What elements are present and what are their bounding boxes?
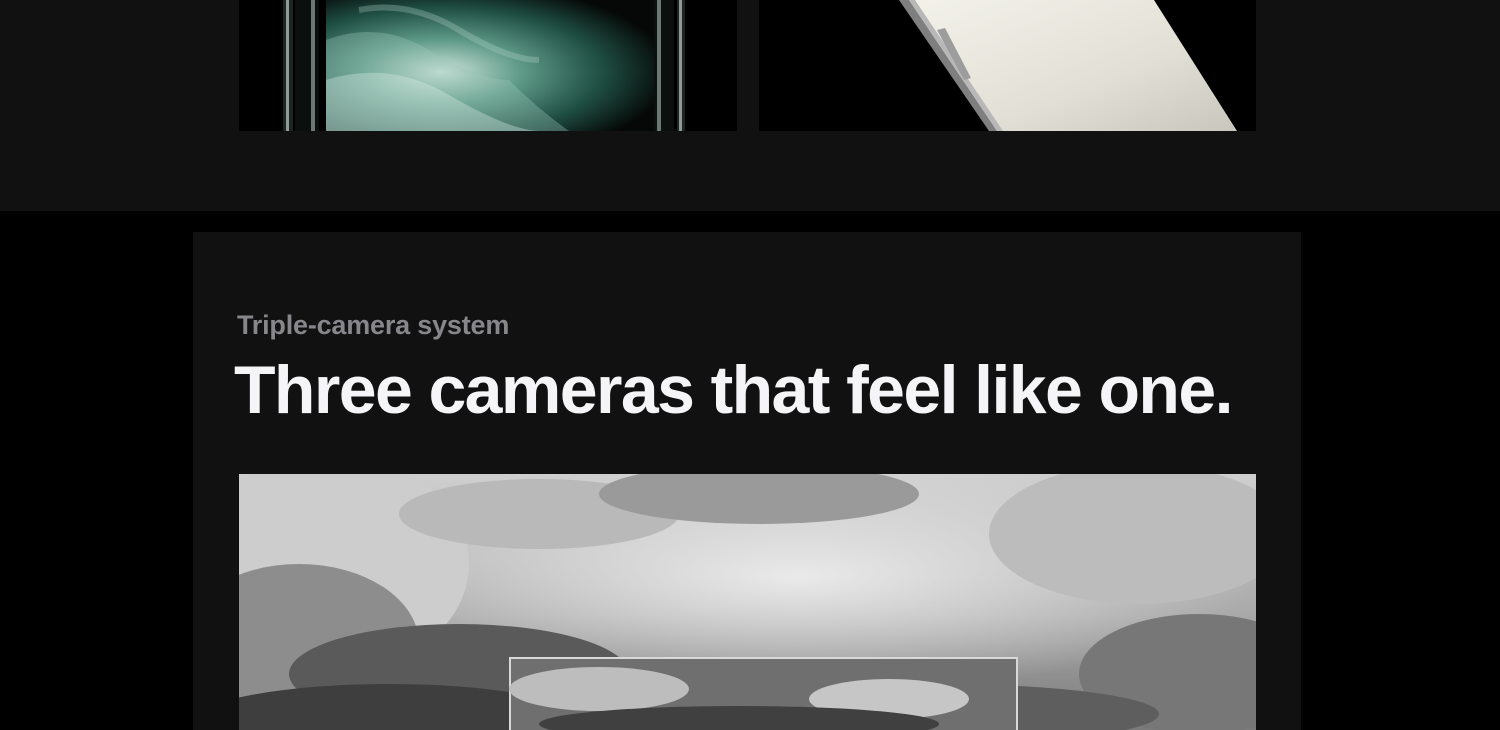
product-gallery-band bbox=[0, 0, 1500, 211]
iphone-front-image bbox=[239, 0, 737, 131]
triple-camera-section: Triple-camera system Three cameras that … bbox=[193, 232, 1301, 730]
cloudy-sky-image bbox=[239, 474, 1256, 730]
iphone-side-image bbox=[759, 0, 1256, 131]
phone-image-front bbox=[239, 0, 737, 131]
section-headline: Three cameras that feel like one. bbox=[234, 352, 1233, 428]
camera-sample-photo bbox=[239, 474, 1256, 730]
section-eyebrow: Triple-camera system bbox=[237, 310, 510, 340]
phone-image-side bbox=[759, 0, 1256, 131]
